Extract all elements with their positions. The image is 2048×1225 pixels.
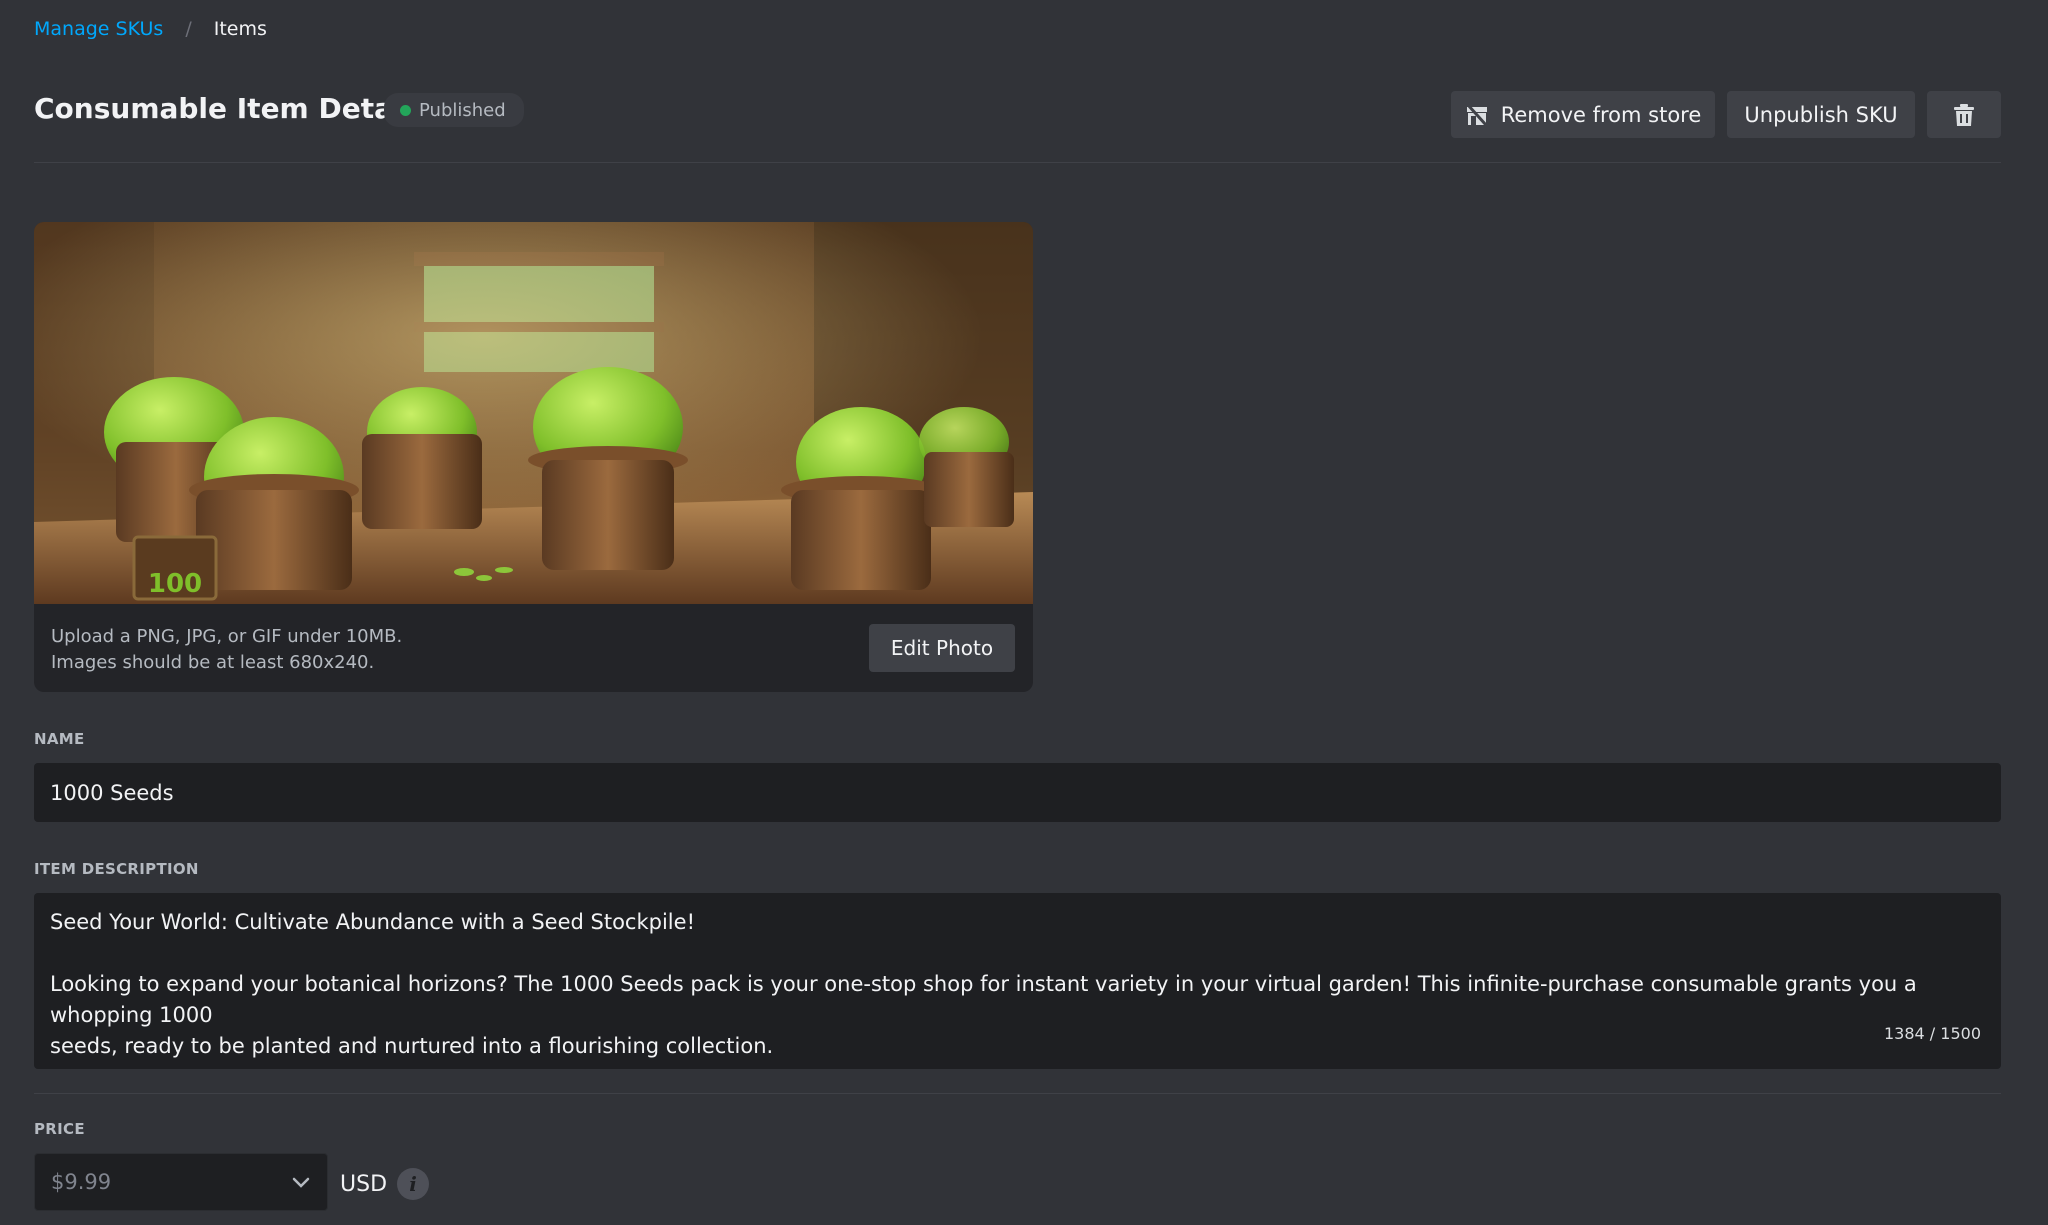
upload-hint-line: Upload a PNG, JPG, or GIF under 10MB. [51, 626, 403, 647]
remove-from-store-button[interactable]: Remove from store [1451, 91, 1715, 138]
plant-pot [919, 407, 1014, 527]
price-select[interactable]: $9.99 [34, 1153, 328, 1211]
unpublish-sku-label: Unpublish SKU [1744, 102, 1898, 127]
breadcrumb-manage-skus-link[interactable]: Manage SKUs [34, 18, 163, 40]
status-dot-icon [400, 104, 411, 116]
trash-icon [1953, 103, 1975, 127]
page-title: Consumable Item Details [34, 92, 429, 125]
page: Manage SKUs / Items Consumable Item Deta… [0, 0, 2048, 1225]
delete-sku-button[interactable] [1927, 91, 2001, 138]
header-actions: Remove from store Unpublish SKU [1451, 91, 2001, 138]
upload-hint: Upload a PNG, JPG, or GIF under 10MB. Im… [51, 624, 402, 676]
description-line: Looking to expand your botanical horizon… [50, 972, 1924, 1027]
info-icon[interactable]: i [397, 1168, 430, 1200]
sku-image: 100 [34, 222, 1033, 604]
description-line: Seed Your World: Cultivate Abundance wit… [50, 910, 695, 934]
description-label: ITEM DESCRIPTION [34, 860, 199, 878]
breadcrumb-separator: / [185, 18, 192, 40]
character-count: 1384 / 1500 [1884, 1024, 1981, 1043]
unpublish-sku-button[interactable]: Unpublish SKU [1727, 91, 1915, 138]
name-input-value: 1000 Seeds [50, 780, 174, 805]
store-remove-icon [1465, 103, 1489, 127]
section-divider [34, 1093, 2001, 1094]
status-badge: Published [384, 93, 524, 127]
sku-image-card: 100 Upload a PNG, JPG, or GIF under 10MB… [34, 222, 1033, 692]
description-blank-line [50, 938, 1985, 969]
status-badge-label: Published [419, 99, 506, 121]
plant-pot [781, 407, 941, 590]
remove-from-store-label: Remove from store [1500, 102, 1702, 127]
chevron-down-icon [291, 1172, 311, 1192]
description-line: seeds, ready to be planted and nurtured … [50, 1034, 774, 1058]
page-header: Consumable Item Details Published Remove… [34, 88, 2001, 163]
price-select-value: $9.99 [51, 1170, 112, 1194]
edit-photo-button[interactable]: Edit Photo [869, 624, 1015, 672]
currency-label: USD [340, 1171, 388, 1197]
seed-sign-label: 100 [148, 569, 202, 599]
name-label: NAME [34, 730, 85, 748]
price-label: PRICE [34, 1120, 85, 1138]
plant-pot [362, 387, 482, 529]
name-input[interactable]: 1000 Seeds [34, 763, 2001, 822]
description-textarea[interactable]: Seed Your World: Cultivate Abundance wit… [34, 893, 2001, 1069]
plant-pot [528, 367, 688, 570]
upload-hint-line: Images should be at least 680x240. [51, 652, 375, 673]
currency: USD i [340, 1168, 430, 1200]
breadcrumb: Manage SKUs / Items [34, 18, 267, 40]
breadcrumb-current: Items [213, 18, 267, 40]
